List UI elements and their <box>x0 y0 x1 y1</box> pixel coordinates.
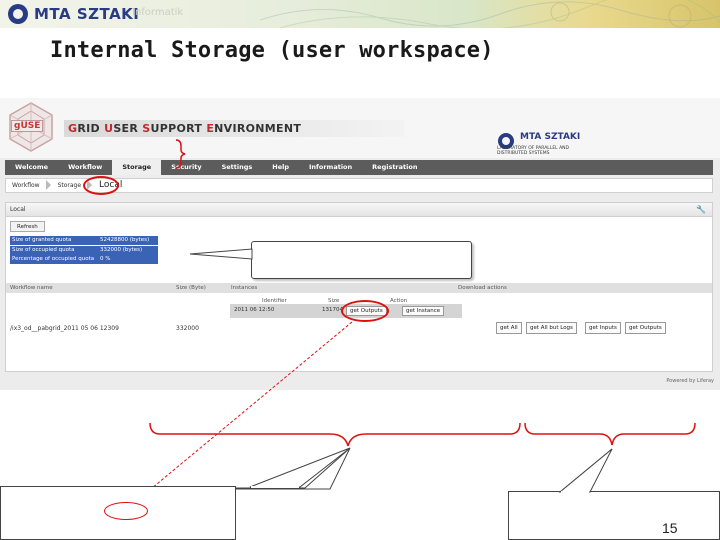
page-number: 15 <box>662 520 678 536</box>
callout-right-pointer <box>558 448 613 493</box>
slide: MTA SZTAKI Informatik Internal Storage (… <box>0 0 720 540</box>
